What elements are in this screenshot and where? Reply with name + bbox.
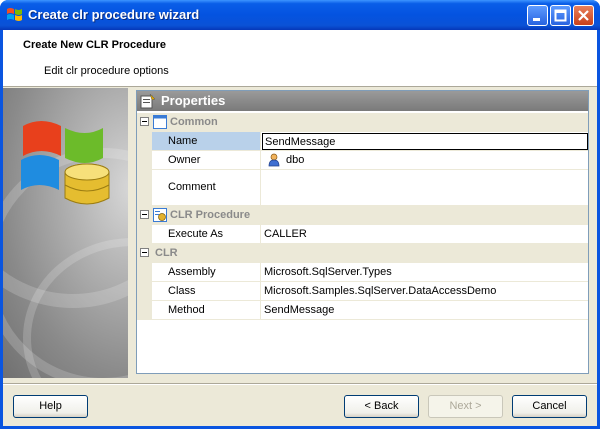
wizard-header: Create New CLR Procedure Edit clr proced…	[3, 30, 597, 87]
windows-database-icon	[21, 121, 110, 205]
category-clr[interactable]: CLR	[137, 244, 588, 263]
property-name: Comment	[152, 170, 261, 205]
page-title: Create New CLR Procedure	[23, 39, 167, 51]
properties-icon	[140, 93, 156, 109]
maximize-button[interactable]	[550, 5, 571, 26]
wizard-side-image	[3, 88, 128, 378]
close-button[interactable]	[573, 5, 594, 26]
property-row-comment[interactable]: Comment	[137, 170, 588, 206]
maximize-icon	[554, 9, 567, 22]
wizard-window: Create clr procedure wizard Create New C…	[0, 0, 600, 429]
help-button[interactable]: Help	[13, 395, 88, 418]
category-label: Common	[170, 116, 218, 128]
class-value[interactable]: Microsoft.Samples.SqlServer.DataAccessDe…	[262, 282, 588, 300]
property-name: Method	[152, 301, 261, 319]
category-label: CLR Procedure	[170, 209, 251, 221]
back-button[interactable]: < Back	[344, 395, 419, 418]
windows-logo-icon	[7, 8, 22, 21]
property-row-name[interactable]: Name SendMessage	[137, 132, 588, 151]
owner-text: dbo	[286, 154, 305, 166]
execute-as-value[interactable]: CALLER	[262, 225, 588, 243]
property-grid: Common Name SendMessage Owner dbo Commen…	[137, 113, 588, 320]
property-name: Execute As	[152, 225, 261, 243]
page-subtitle: Edit clr procedure options	[44, 65, 169, 77]
property-row-method[interactable]: Method SendMessage	[137, 301, 588, 320]
method-value[interactable]: SendMessage	[262, 301, 588, 319]
collapse-icon[interactable]	[140, 210, 149, 219]
property-row-class[interactable]: Class Microsoft.Samples.SqlServer.DataAc…	[137, 282, 588, 301]
property-name: Owner	[152, 151, 261, 169]
comment-value[interactable]	[262, 170, 588, 205]
property-row-execute-as[interactable]: Execute As CALLER	[137, 225, 588, 244]
title-bar[interactable]: Create clr procedure wizard	[0, 0, 600, 30]
properties-panel: Properties Common Name SendMessage Owner	[136, 90, 589, 374]
close-icon	[578, 10, 589, 21]
user-icon	[268, 153, 280, 167]
cancel-button[interactable]: Cancel	[512, 395, 587, 418]
properties-header: Properties	[137, 91, 588, 111]
dialog-client: Create New CLR Procedure Edit clr proced…	[3, 30, 597, 426]
property-name: Name	[152, 132, 261, 150]
footer-divider	[3, 383, 597, 385]
collapse-icon[interactable]	[140, 117, 149, 126]
window-title: Create clr procedure wizard	[28, 7, 200, 22]
name-value-input[interactable]: SendMessage	[262, 133, 588, 150]
minimize-button[interactable]	[527, 5, 548, 26]
common-category-icon	[153, 115, 167, 129]
owner-value[interactable]: dbo	[262, 151, 588, 169]
property-row-owner[interactable]: Owner dbo	[137, 151, 588, 170]
properties-title: Properties	[161, 93, 226, 108]
property-name: Assembly	[152, 263, 261, 281]
clr-procedure-icon	[153, 208, 167, 222]
property-name: Class	[152, 282, 261, 300]
category-common[interactable]: Common	[137, 113, 588, 132]
assembly-value[interactable]: Microsoft.SqlServer.Types	[262, 263, 588, 281]
next-button[interactable]: Next >	[428, 395, 503, 418]
category-clr-procedure[interactable]: CLR Procedure	[137, 206, 588, 225]
property-row-assembly[interactable]: Assembly Microsoft.SqlServer.Types	[137, 263, 588, 282]
minimize-icon	[533, 18, 540, 21]
category-label: CLR	[155, 247, 178, 259]
collapse-icon[interactable]	[140, 248, 149, 257]
